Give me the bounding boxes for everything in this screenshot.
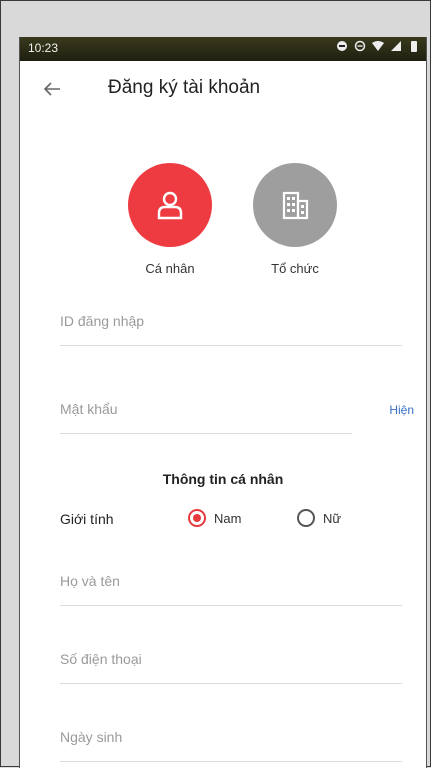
password-field[interactable]: Mật khẩu <box>60 401 402 435</box>
status-bar: 10:23 <box>20 37 426 61</box>
login-id-underline <box>60 345 402 346</box>
login-id-placeholder: ID đăng nhập <box>60 313 145 329</box>
organization-circle[interactable] <box>253 163 337 247</box>
battery-icon <box>411 41 417 52</box>
full-name-placeholder: Họ và tên <box>60 573 120 589</box>
login-id-field[interactable]: ID đăng nhập <box>60 313 402 347</box>
app-bar: Đăng ký tài khoản <box>20 61 426 117</box>
status-time: 10:23 <box>28 41 59 55</box>
account-type-organization[interactable]: Tổ chức <box>245 163 345 276</box>
organization-label: Tổ chức <box>271 261 319 276</box>
building-icon <box>282 191 309 220</box>
full-name-field[interactable]: Họ và tên <box>60 573 402 607</box>
gender-female-label: Nữ <box>323 510 342 526</box>
radio-selected-icon <box>188 509 206 527</box>
gender-female-radio[interactable]: Nữ <box>297 509 341 527</box>
screenshot-frame: 10:23 Đăng ký tài khoản Cá nhân Tổ chức … <box>0 0 431 768</box>
individual-circle[interactable] <box>128 163 212 247</box>
personal-info-heading: Thông tin cá nhân <box>162 471 284 487</box>
individual-label: Cá nhân <box>145 261 195 276</box>
status-icons <box>336 40 420 52</box>
birthdate-placeholder: Ngày sinh <box>60 729 123 745</box>
birthdate-underline <box>60 761 402 762</box>
back-arrow-icon[interactable] <box>40 77 64 101</box>
gender-label: Giới tính <box>60 511 114 527</box>
wifi-icon <box>372 41 384 51</box>
birthdate-field[interactable]: Ngày sinh <box>60 729 402 763</box>
phone-placeholder: Số điện thoại <box>60 651 142 667</box>
data-saver-icon <box>337 41 347 51</box>
phone-field[interactable]: Số điện thoại <box>60 651 402 685</box>
gender-male-label: Nam <box>214 510 242 526</box>
page-title: Đăng ký tài khoản <box>108 77 261 98</box>
person-icon <box>157 191 183 220</box>
signal-icon <box>391 41 401 51</box>
radio-unselected-icon <box>297 509 315 527</box>
show-password-link[interactable]: Hiện <box>389 403 414 417</box>
password-placeholder: Mật khẩu <box>60 401 118 417</box>
password-underline <box>60 433 352 434</box>
account-type-individual[interactable]: Cá nhân <box>120 163 220 276</box>
phone-underline <box>60 683 402 684</box>
gender-male-radio[interactable]: Nam <box>188 509 241 527</box>
full-name-underline <box>60 605 402 606</box>
phone-screen: 10:23 Đăng ký tài khoản Cá nhân Tổ chức … <box>19 37 427 768</box>
do-not-disturb-icon <box>354 40 366 52</box>
